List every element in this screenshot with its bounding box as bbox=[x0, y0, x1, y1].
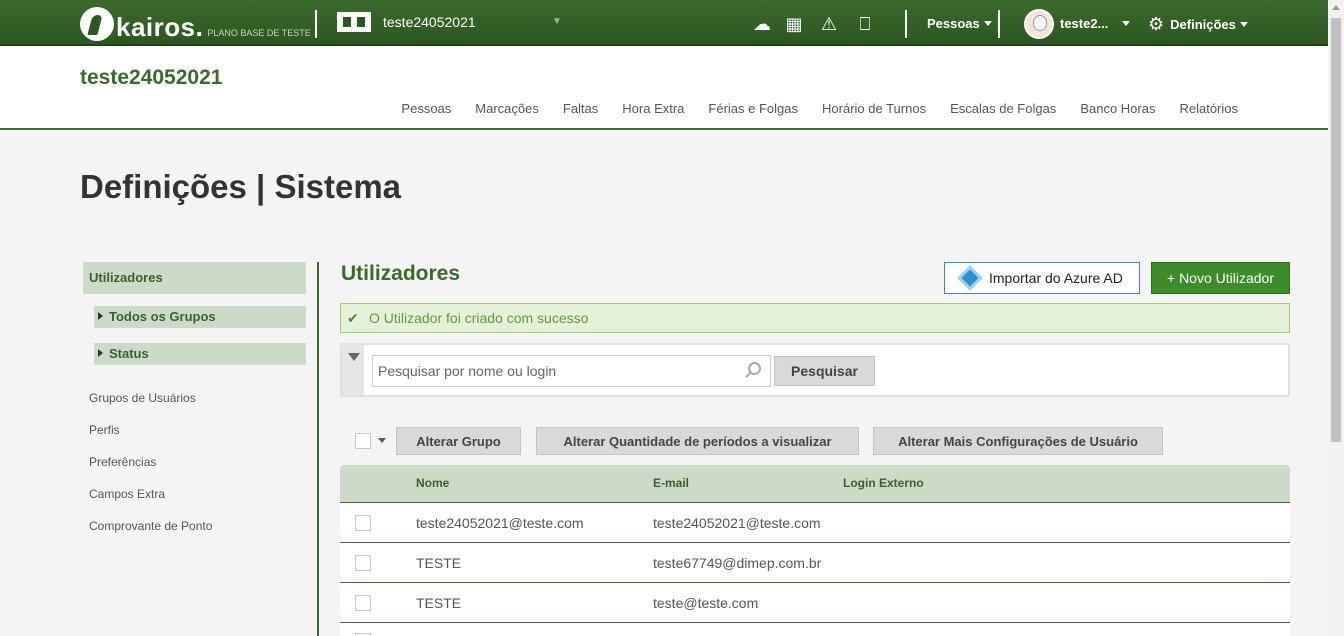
cell-nome: TESTE bbox=[416, 555, 462, 571]
row-checkbox[interactable] bbox=[355, 515, 371, 531]
sidebar-item-preferencias[interactable]: Preferências bbox=[83, 446, 306, 478]
nav-marcacoes[interactable]: Marcações bbox=[475, 101, 539, 116]
user-menu[interactable]: teste2... bbox=[1060, 16, 1131, 31]
company-title: teste24052021 bbox=[80, 66, 223, 89]
divider bbox=[315, 10, 317, 38]
table-row[interactable]: TESTE teste@teste.com bbox=[340, 583, 1290, 623]
column-header-nome[interactable]: Nome bbox=[416, 476, 449, 490]
sidebar-divider bbox=[317, 262, 319, 636]
page-title: Definições | Sistema bbox=[80, 168, 402, 205]
table-row[interactable]: TESTE teste67749@dimep.com.br bbox=[340, 543, 1290, 583]
caret-right-icon bbox=[98, 312, 103, 320]
gear-icon: ⚙ bbox=[1148, 14, 1165, 34]
success-alert: ✔ O Utilizador foi criado com sucesso bbox=[340, 303, 1290, 333]
import-azure-button[interactable]: Importar do Azure AD bbox=[944, 262, 1140, 294]
nav-banco-horas[interactable]: Banco Horas bbox=[1080, 101, 1155, 116]
avatar[interactable] bbox=[1024, 9, 1054, 39]
sidebar-item-perfis[interactable]: Perfis bbox=[83, 414, 306, 446]
sidebar-item-grupos-usuarios[interactable]: Grupos de Usuários bbox=[83, 382, 306, 414]
sidebar-item-label: Todos os Grupos bbox=[109, 309, 216, 324]
search-icon[interactable] bbox=[748, 362, 761, 375]
sidebar-item-status[interactable]: Status bbox=[94, 343, 306, 365]
sidebar-item-label: Status bbox=[109, 346, 149, 361]
calculator-icon[interactable]: ▦ bbox=[783, 13, 805, 35]
kairos-logo[interactable]: kairos. PLANO BASE DE TESTE bbox=[80, 5, 311, 41]
new-user-button[interactable]: + Novo Utilizador bbox=[1151, 262, 1290, 294]
alter-group-button[interactable]: Alterar Grupo bbox=[396, 427, 521, 455]
user-name: teste2... bbox=[1060, 16, 1109, 31]
table-row[interactable] bbox=[340, 623, 1290, 636]
logo-word: kairos. bbox=[116, 12, 204, 42]
section-title: Utilizadores bbox=[341, 262, 461, 285]
table-header: Nome E-mail Login Externo bbox=[340, 465, 1290, 503]
page-scrollbar[interactable] bbox=[1328, 0, 1344, 636]
sidebar: Utilizadores Todos os Grupos Status Grup… bbox=[83, 262, 306, 542]
chevron-down-icon bbox=[1122, 21, 1131, 26]
people-menu-label: Pessoas bbox=[927, 16, 980, 31]
search-panel: Pesquisar bbox=[340, 343, 1290, 397]
search-input[interactable] bbox=[372, 355, 771, 387]
cloud-download-icon[interactable]: ☁ bbox=[751, 13, 773, 35]
nav-horario-turnos[interactable]: Horário de Turnos bbox=[822, 101, 926, 116]
warning-icon[interactable]: ⚠ bbox=[818, 13, 840, 35]
cell-email: teste24052021@teste.com bbox=[653, 515, 821, 531]
logo-subtitle: PLANO BASE DE TESTE bbox=[207, 28, 311, 38]
table-row[interactable]: teste24052021@teste.com teste24052021@te… bbox=[340, 503, 1290, 543]
nav-hora-extra[interactable]: Hora Extra bbox=[622, 101, 684, 116]
cell-email: teste@teste.com bbox=[653, 595, 759, 611]
nav-escalas-folgas[interactable]: Escalas de Folgas bbox=[950, 101, 1056, 116]
sidebar-item-todos-os-grupos[interactable]: Todos os Grupos bbox=[94, 306, 306, 328]
chevron-down-icon[interactable] bbox=[378, 438, 386, 443]
people-menu[interactable]: Pessoas bbox=[927, 16, 992, 31]
alter-more-settings-button[interactable]: Alterar Mais Configurações de Usuário bbox=[873, 427, 1163, 455]
row-checkbox[interactable] bbox=[355, 595, 371, 611]
alter-periods-button[interactable]: Alterar Quantidade de períodos a visuali… bbox=[536, 427, 859, 455]
import-azure-label: Importar do Azure AD bbox=[989, 270, 1123, 286]
main-nav: Pessoas Marcações Faltas Hora Extra Féri… bbox=[401, 101, 1238, 116]
sidebar-item-utilizadores[interactable]: Utilizadores bbox=[83, 262, 306, 294]
search-button[interactable]: Pesquisar bbox=[774, 356, 875, 386]
company-icon bbox=[337, 12, 371, 32]
company-selector[interactable]: teste24052021 bbox=[337, 12, 476, 32]
row-checkbox[interactable] bbox=[355, 555, 371, 571]
cell-email: teste67749@dimep.com.br bbox=[653, 555, 822, 571]
cell-nome: teste24052021@teste.com bbox=[416, 515, 584, 531]
sidebar-item-campos-extra[interactable]: Campos Extra bbox=[83, 478, 306, 510]
nav-relatorios[interactable]: Relatórios bbox=[1179, 101, 1238, 116]
filter-icon bbox=[348, 353, 360, 361]
users-table: Nome E-mail Login Externo teste24052021@… bbox=[340, 465, 1290, 636]
sidebar-item-comprovante-ponto[interactable]: Comprovante de Ponto bbox=[83, 510, 306, 542]
check-icon: ✔ bbox=[347, 310, 359, 326]
column-header-email[interactable]: E-mail bbox=[653, 476, 689, 490]
caret-right-icon bbox=[98, 349, 103, 357]
azure-icon bbox=[957, 265, 983, 291]
success-message: O Utilizador foi criado com sucesso bbox=[369, 310, 589, 326]
nav-faltas[interactable]: Faltas bbox=[563, 101, 598, 116]
top-bar: kairos. PLANO BASE DE TESTE teste2405202… bbox=[0, 0, 1328, 46]
filter-toggle[interactable] bbox=[342, 345, 364, 395]
header: teste24052021 Pessoas Marcações Faltas H… bbox=[0, 46, 1328, 130]
chevron-down-icon bbox=[1239, 22, 1248, 27]
divider bbox=[998, 10, 1000, 38]
select-all-checkbox[interactable] bbox=[355, 433, 371, 449]
bulk-actions-bar: Alterar Grupo Alterar Quantidade de perí… bbox=[340, 427, 1290, 455]
settings-menu-label: Definições bbox=[1170, 17, 1236, 32]
company-selector-label: teste24052021 bbox=[383, 14, 476, 30]
nav-ferias-folgas[interactable]: Férias e Folgas bbox=[708, 101, 798, 116]
cell-nome: TESTE bbox=[416, 595, 462, 611]
settings-menu[interactable]: ⚙ Definições bbox=[1148, 14, 1248, 35]
scrollbar-thumb[interactable] bbox=[1331, 18, 1341, 442]
logo-mark-icon bbox=[80, 7, 114, 41]
divider bbox=[905, 10, 907, 38]
column-header-login-externo[interactable]: Login Externo bbox=[843, 476, 924, 490]
chevron-down-icon bbox=[983, 21, 992, 26]
inbox-icon[interactable]: ⎕ bbox=[854, 13, 876, 35]
scroll-up-arrow-icon[interactable] bbox=[1332, 5, 1340, 10]
nav-pessoas[interactable]: Pessoas bbox=[401, 101, 451, 116]
company-chevron-down-icon[interactable]: ▼ bbox=[552, 16, 562, 27]
